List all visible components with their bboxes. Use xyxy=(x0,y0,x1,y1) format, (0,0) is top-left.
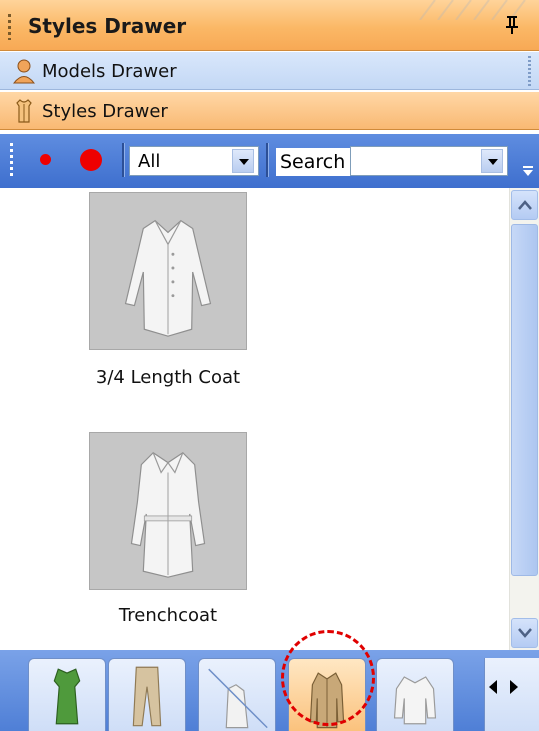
white-top-icon xyxy=(208,668,268,729)
green-dress-icon xyxy=(53,668,81,725)
scroll-down-button[interactable] xyxy=(511,618,538,648)
highlight-circle-annotation xyxy=(281,630,375,726)
scroll-thumb[interactable] xyxy=(511,224,538,576)
toolbar-grip[interactable] xyxy=(10,143,13,177)
tab-beige-pants[interactable] xyxy=(108,658,186,731)
drawer-title-bar: Styles Drawer xyxy=(0,0,539,51)
beige-pants-icon xyxy=(132,666,162,727)
toolbar-separator xyxy=(266,143,269,177)
tab-white-top[interactable] xyxy=(198,658,276,731)
styles-drawer-label: Styles Drawer xyxy=(42,101,168,122)
styles-list xyxy=(0,188,509,650)
toolbar-overflow-button[interactable] xyxy=(516,134,539,188)
garment-icon xyxy=(16,99,32,123)
tab-scroll-left-arrow-icon[interactable] xyxy=(489,680,497,694)
tab-scroll-area xyxy=(484,658,539,731)
long-coat-image xyxy=(124,219,212,337)
scroll-up-button[interactable] xyxy=(511,190,538,220)
toolbar-separator xyxy=(122,143,125,177)
chevron-up-icon xyxy=(518,200,532,210)
chevron-down-icon[interactable] xyxy=(481,149,503,173)
styles-drawer-row[interactable]: Styles Drawer xyxy=(0,92,539,130)
small-record-dot-button[interactable] xyxy=(40,154,51,165)
filter-dropdown[interactable]: All xyxy=(129,146,259,176)
drawer-resize-grip xyxy=(528,56,531,86)
chevron-down-icon xyxy=(518,628,532,638)
chevron-down-icon[interactable] xyxy=(232,149,254,173)
long-coat-thumbnail[interactable] xyxy=(89,192,247,350)
models-drawer-row[interactable]: Models Drawer xyxy=(0,52,539,90)
trenchcoat-thumbnail[interactable] xyxy=(89,432,247,590)
large-record-dot-button[interactable] xyxy=(80,149,102,171)
white-jacket-icon xyxy=(393,676,437,725)
tab-white-jacket[interactable] xyxy=(376,658,454,731)
tab-green-dress[interactable] xyxy=(28,658,106,731)
item-caption: 3/4 Length Coat xyxy=(95,367,241,388)
tab-scroll-right-arrow-icon[interactable] xyxy=(510,680,518,694)
title-grip-handle[interactable] xyxy=(8,14,11,40)
trenchcoat-image xyxy=(130,451,206,578)
filter-selected-value: All xyxy=(138,151,161,172)
search-input[interactable] xyxy=(350,146,508,176)
pin-icon[interactable] xyxy=(503,14,521,36)
item-caption: Trenchcoat xyxy=(118,605,218,626)
search-label: Search xyxy=(276,148,350,176)
models-drawer-label: Models Drawer xyxy=(42,61,177,82)
drawer-title: Styles Drawer xyxy=(28,14,187,38)
person-icon xyxy=(12,59,36,84)
